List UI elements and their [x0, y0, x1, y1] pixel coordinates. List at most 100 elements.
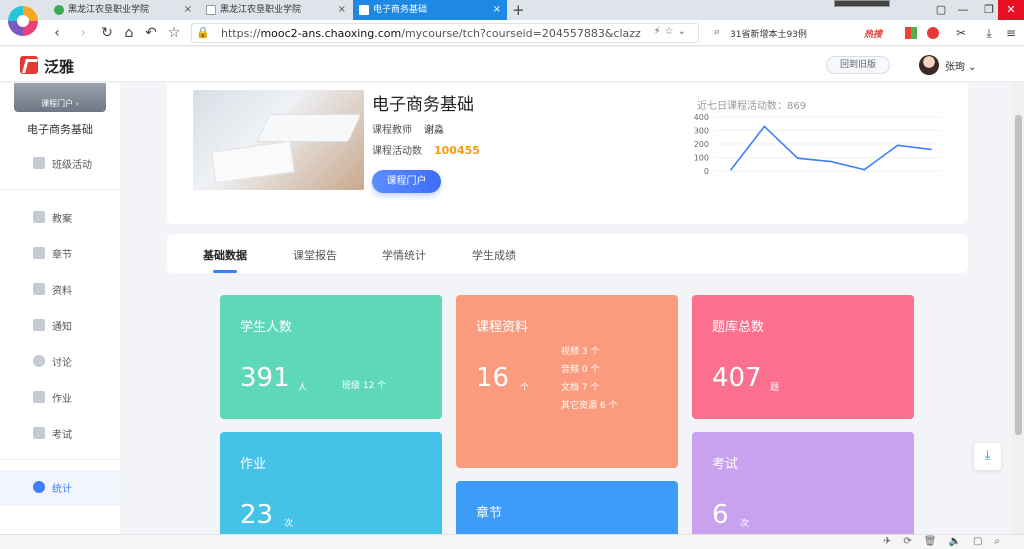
material-audio: 音频 0 个: [561, 365, 600, 375]
url-path: /mycourse/tch?courseid=204557883&clazzid…: [401, 27, 641, 40]
materials-breakdown: 视频 3 个 音频 0 个 文档 7 个 其它资源 6 个: [561, 343, 617, 415]
data-point: [830, 160, 832, 163]
material-video: 视频 3 个: [561, 347, 600, 357]
hot-search-label[interactable]: 热搜: [864, 27, 882, 40]
logo-text[interactable]: 泛雅: [44, 56, 74, 77]
material-other: 其它资源 6 个: [561, 401, 618, 411]
lock-icon: 🔒: [196, 26, 210, 39]
card-title: 考试: [712, 457, 739, 472]
search-box[interactable]: ⌕ 31省新增本土93例 热搜: [708, 23, 896, 43]
window-thumbnail: [834, 0, 890, 7]
old-version-button[interactable]: 回到旧版: [826, 56, 890, 74]
card-title: 学生人数: [240, 320, 293, 335]
sidebar-item-chapter[interactable]: 章节: [0, 236, 120, 272]
sidebar-item-discussion[interactable]: 讨论: [0, 344, 120, 380]
stats-tabs: 基础数据 课堂报告 学情统计 学生成绩: [167, 234, 968, 273]
active-tab-indicator: [213, 270, 237, 273]
exam-card[interactable]: 考试 6 次: [692, 432, 914, 542]
homework-card[interactable]: 作业 23 次: [220, 432, 442, 542]
sidebar-item-label: 通知: [52, 322, 72, 333]
avatar[interactable]: [919, 55, 939, 75]
sidebar-item-exam[interactable]: 考试: [0, 416, 120, 452]
folder-icon: [33, 283, 45, 295]
sidebar-item-statistics[interactable]: 统计: [0, 470, 120, 506]
data-point: [763, 125, 766, 128]
course-portal-button[interactable]: 课程门户: [372, 170, 441, 193]
status-icons[interactable]: ✈⟳🗑🔈▢⌕: [883, 536, 1012, 547]
url-actions-icons[interactable]: ⚡☆⌄: [654, 26, 690, 37]
new-tab-button[interactable]: +: [512, 1, 525, 19]
menu-icon[interactable]: ≡: [1002, 24, 1020, 42]
sidebar-item-notice[interactable]: 通知: [0, 308, 120, 344]
user-name[interactable]: 张珣 ⌄: [945, 58, 977, 73]
tab-class-report[interactable]: 课堂报告: [293, 247, 337, 263]
search-icon: ⌕: [714, 25, 721, 38]
document-icon: [359, 5, 369, 15]
y-tick-label: 0: [704, 167, 709, 176]
tab-learning-stats[interactable]: 学情统计: [382, 247, 426, 263]
scroll-thumb[interactable]: [1015, 115, 1022, 435]
sidebar-item-label: 资料: [52, 286, 72, 297]
card-unit: 个: [520, 383, 530, 393]
card-value: 23: [240, 500, 274, 530]
course-title: 电子商务基础: [372, 95, 474, 115]
course-card: 电子商务基础 课程教师 谢淼 课程活动数 100455 课程门户 近七日课程活动数：…: [167, 83, 968, 224]
download-icon[interactable]: ⤓: [980, 24, 998, 42]
tab-close-icon[interactable]: ×: [493, 0, 501, 20]
chapter-card[interactable]: 章节: [456, 481, 678, 541]
url-field[interactable]: 🔒 https://mooc2-ans.chaoxing.com/mycours…: [191, 23, 699, 43]
materials-card[interactable]: 课程资料 16 个 视频 3 个 音频 0 个 文档 7 个 其它资源 6 个: [456, 295, 678, 468]
course-portal-link[interactable]: 课程门户 ›: [14, 98, 106, 109]
minimize-button[interactable]: —: [950, 0, 976, 20]
tab-basic-data[interactable]: 基础数据: [203, 247, 247, 263]
document-icon: [206, 5, 216, 15]
card-unit: 人: [298, 383, 308, 393]
url-scheme: https://: [221, 27, 261, 40]
sidebar-item-materials[interactable]: 资料: [0, 272, 120, 308]
star-icon[interactable]: ☆: [165, 24, 183, 42]
browser-tab-title: 电子商务基础: [373, 5, 428, 15]
scrollbar[interactable]: [1013, 83, 1024, 534]
fanya-logo-icon[interactable]: [20, 56, 38, 74]
card-title: 作业: [240, 457, 267, 472]
students-card[interactable]: 学生人数 391 人 班级 12 个: [220, 295, 442, 419]
sidebar-item-label: 统计: [52, 484, 72, 495]
tab-close-icon[interactable]: ×: [338, 0, 346, 20]
browser-tab-2[interactable]: 黑龙江农垦职业学院 ×: [200, 0, 352, 20]
scissors-icon[interactable]: ✂: [952, 24, 970, 42]
browser-tab-3-active[interactable]: 电子商务基础 ×: [353, 0, 507, 20]
card-value: 6: [712, 500, 729, 530]
question-bank-card[interactable]: 题库总数 407 题: [692, 295, 914, 419]
reload-icon[interactable]: ↻: [98, 24, 116, 42]
tab-close-icon[interactable]: ×: [184, 0, 192, 20]
sidebar-item-label: 作业: [52, 394, 72, 405]
card-value: 16: [476, 363, 510, 393]
home-icon[interactable]: ⌂: [120, 24, 138, 42]
browser-tab-1[interactable]: 黑龙江农垦职业学院 ×: [48, 0, 198, 20]
back-icon[interactable]: ‹: [48, 24, 66, 42]
browser-tab-title: 黑龙江农垦职业学院: [68, 5, 150, 15]
apps-icon[interactable]: [905, 27, 917, 39]
sidebar-item-lesson-plan[interactable]: 教案: [0, 200, 120, 236]
forward-icon[interactable]: ›: [74, 24, 92, 42]
browser-logo-icon[interactable]: [8, 6, 38, 36]
tab-student-grades[interactable]: 学生成绩: [472, 247, 516, 263]
sidebar-item-homework[interactable]: 作业: [0, 380, 120, 416]
exam-icon: [33, 427, 45, 439]
game-icon[interactable]: [927, 27, 939, 39]
sidebar-item-label: 考试: [52, 430, 72, 441]
download-report-button[interactable]: ⤓: [974, 443, 1001, 470]
mini-chart-title: 近七日课程活动数：869: [697, 101, 807, 112]
card-unit: 次: [284, 519, 294, 529]
activity-label: 课程活动数: [372, 146, 422, 157]
sidebar-item-label: 章节: [52, 250, 72, 261]
course-thumbnail[interactable]: 课程门户 ›: [14, 83, 106, 112]
close-window-button[interactable]: ✕: [998, 0, 1024, 20]
keyboard-illustration: [256, 114, 362, 142]
sidebar-course-name: 电子商务基础: [27, 123, 93, 136]
browser-status-bar: ✈⟳🗑🔈▢⌕: [0, 534, 1024, 549]
divider: [0, 459, 120, 460]
sidebar-item-class-activity[interactable]: 班级活动: [0, 146, 120, 182]
chat-icon: [33, 355, 45, 367]
undo-icon[interactable]: ↶: [142, 24, 160, 42]
